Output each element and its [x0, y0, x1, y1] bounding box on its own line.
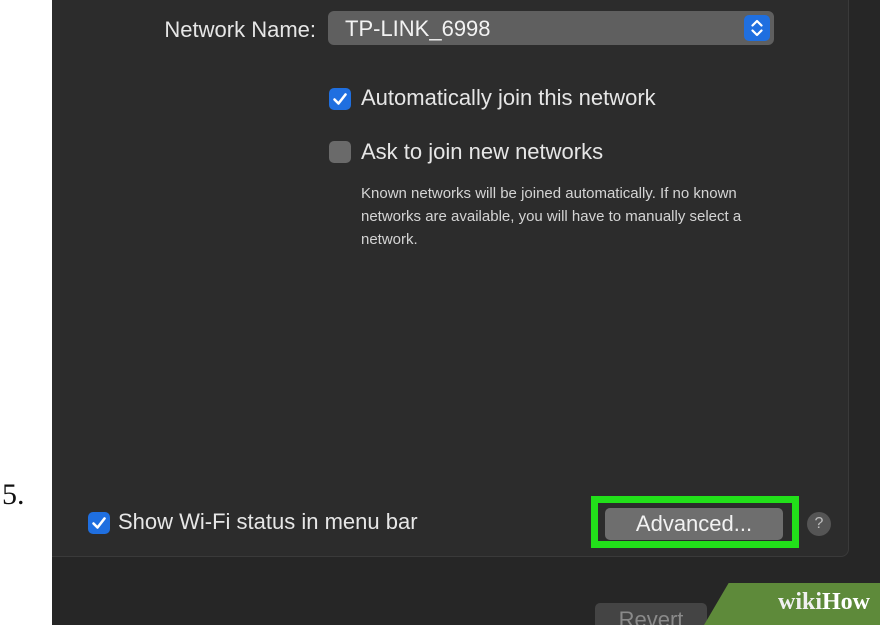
checkmark-icon: [92, 517, 106, 529]
wifi-settings-panel: Network Name: TP-LINK_6998 Automatically…: [52, 0, 849, 557]
wikihow-watermark: wikiHow: [704, 583, 880, 625]
step-number: 5.: [2, 478, 25, 511]
wikihow-logo: wikiHow: [777, 589, 870, 615]
ask-join-help-text: Known networks will be joined automatica…: [361, 185, 742, 248]
auto-join-checkbox[interactable]: [329, 88, 351, 110]
ask-join-checkbox[interactable]: [329, 141, 351, 163]
advanced-button[interactable]: Advanced...: [605, 508, 783, 540]
network-name-value: TP-LINK_6998: [345, 16, 491, 41]
help-button[interactable]: ?: [807, 512, 831, 536]
network-name-select[interactable]: TP-LINK_6998: [328, 11, 774, 45]
checkmark-icon: [333, 93, 347, 105]
network-preferences-window: Network Name: TP-LINK_6998 Automatically…: [52, 0, 880, 625]
revert-button[interactable]: Revert: [595, 603, 707, 625]
up-down-chevron-icon[interactable]: [744, 15, 770, 41]
network-name-label: Network Name:: [164, 17, 316, 42]
ask-join-label[interactable]: Ask to join new networks: [361, 139, 603, 165]
show-wifi-status-label[interactable]: Show Wi-Fi status in menu bar: [118, 509, 418, 535]
auto-join-label[interactable]: Automatically join this network: [361, 85, 656, 111]
show-wifi-status-checkbox[interactable]: [88, 512, 110, 534]
